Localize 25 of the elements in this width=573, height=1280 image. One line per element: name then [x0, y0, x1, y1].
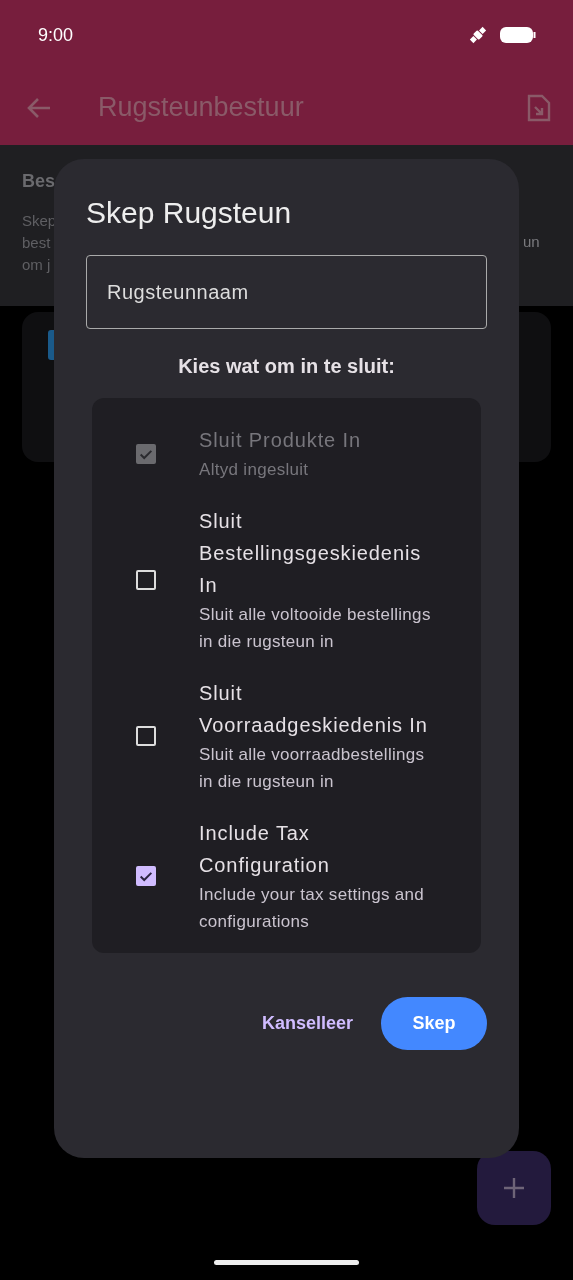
satellite-icon: [468, 25, 488, 45]
option-title: Sluit Produkte In: [199, 428, 363, 453]
option-title: Include Tax Configuration: [199, 821, 331, 878]
option-subtitle: Sluit alle voorraadbestellings in die rugsteun in: [199, 744, 426, 793]
checkbox[interactable]: [135, 866, 156, 886]
file-import-icon[interactable]: [527, 93, 551, 122]
battery-icon: [500, 26, 536, 44]
app-bar-title: Rugsteunbestuur: [98, 92, 305, 123]
description-text: un: [523, 232, 540, 252]
option-title: Sluit Voorraadgeskiedenis In: [199, 681, 429, 738]
dialog-title: Skep Rugsteun: [86, 195, 293, 231]
status-time: 9:00: [38, 24, 74, 46]
card-icon: [48, 330, 54, 360]
name-input-field[interactable]: Rugsteunnaam: [86, 255, 487, 329]
option-title: Sluit Bestellingsgeskiedenis In: [199, 509, 423, 598]
description-text: best: [22, 233, 51, 253]
option-subtitle: Include your tax settings and configurations: [199, 884, 426, 933]
plus-icon: [503, 1177, 525, 1199]
description-text: om j: [22, 255, 51, 275]
option-subtitle: Sluit alle voltooide bestellings in die rugsteun in: [199, 604, 432, 653]
option-subtitle: Altyd ingesluit: [199, 459, 310, 481]
section-heading: Bes: [22, 171, 56, 192]
prompt-text: Kies wat om in te sluit:: [177, 355, 396, 378]
cancel-button[interactable]: Kanselleer: [259, 1005, 355, 1042]
back-arrow-icon[interactable]: [26, 95, 52, 120]
